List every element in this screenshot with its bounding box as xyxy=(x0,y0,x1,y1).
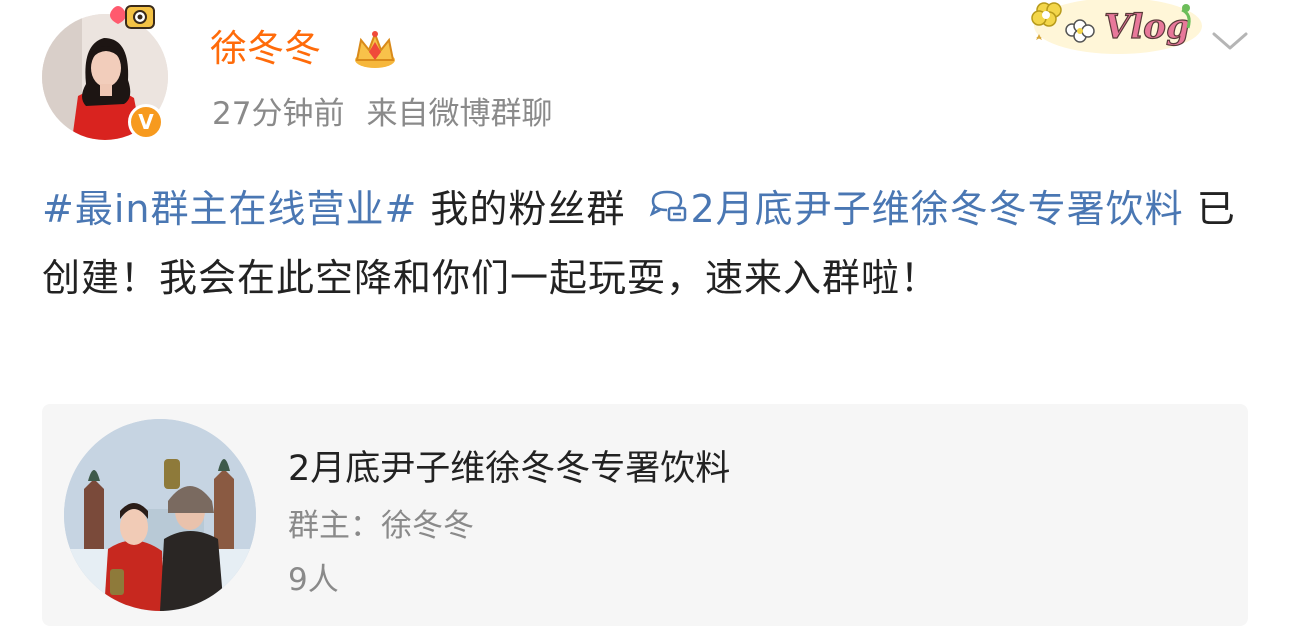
crown-vip-icon[interactable] xyxy=(353,30,397,70)
post-text-segment: 我的粉丝群 xyxy=(417,187,639,231)
group-name[interactable]: 2月底尹子维徐冬冬专署饮料 xyxy=(288,440,730,491)
group-member-count: 9人 xyxy=(288,562,339,598)
group-chat-icon xyxy=(649,190,686,222)
post-source[interactable]: 来自微博群聊 xyxy=(366,96,552,132)
group-avatar xyxy=(64,419,256,611)
chevron-down-icon[interactable] xyxy=(1210,28,1250,54)
group-owner: 群主：徐冬冬 xyxy=(288,508,474,544)
username[interactable]: 徐冬冬 xyxy=(210,24,321,74)
group-avatar-image xyxy=(64,419,256,611)
post-meta: 27分钟前 来自微博群聊 xyxy=(212,92,552,136)
group-link[interactable]: 2月底尹子维徐冬冬专署饮料 xyxy=(639,187,1184,231)
group-card[interactable]: 2月底尹子维徐冬冬专署饮料 群主：徐冬冬 9人 xyxy=(42,404,1248,626)
vlog-sticker: Vlog xyxy=(1031,0,1202,54)
topic-link[interactable]: #最in群主在线营业# xyxy=(42,187,417,231)
post-time: 27分钟前 xyxy=(212,96,345,132)
verified-badge-icon: V xyxy=(128,104,164,140)
group-link-label[interactable]: 2月底尹子维徐冬冬专署饮料 xyxy=(691,187,1184,231)
camera-sticker-icon xyxy=(110,5,155,29)
post-text: #最in群主在线营业# 我的粉丝群 2月底尹子维徐冬冬专署饮料 已创建！我会在此… xyxy=(42,175,1257,313)
svg-text:Vlog: Vlog xyxy=(1104,7,1190,47)
